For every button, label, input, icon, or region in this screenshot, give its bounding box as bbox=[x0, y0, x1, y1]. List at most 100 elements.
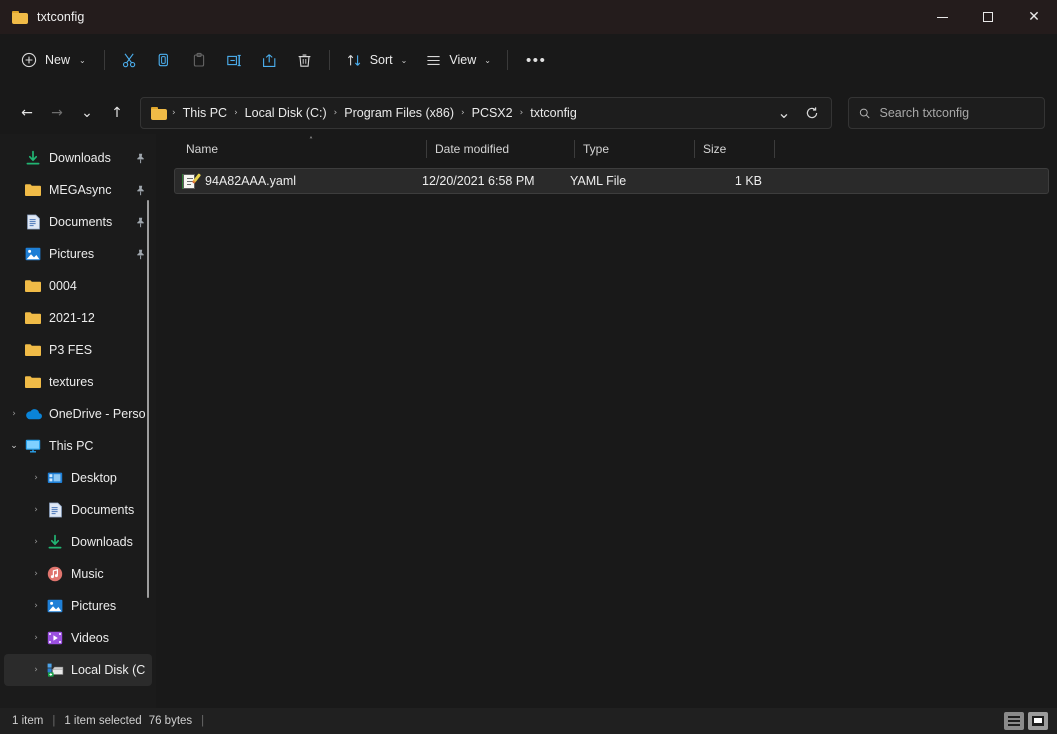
chevron-right-icon[interactable]: › bbox=[26, 601, 46, 611]
yaml-file-icon bbox=[182, 172, 202, 189]
large-icons-view-icon[interactable] bbox=[1028, 712, 1048, 730]
navigation-pane: Downloads MEGAsync Documents Pictures 0004 20… bbox=[0, 134, 156, 708]
table-row[interactable]: 94A82AAA.yaml 12/20/2021 6:58 PM YAML Fi… bbox=[174, 168, 1049, 194]
sort-arrows-icon bbox=[346, 52, 363, 69]
pin-icon[interactable] bbox=[133, 182, 149, 198]
breadcrumb-item-pcsx2[interactable]: PCSX2 bbox=[466, 103, 519, 123]
copy-button[interactable] bbox=[147, 44, 182, 76]
back-button[interactable]: ← bbox=[12, 98, 42, 128]
maximize-button[interactable] bbox=[965, 0, 1011, 34]
sidebar-item-this-pc[interactable]: ⌄ This PC bbox=[4, 430, 152, 462]
new-button[interactable]: New ⌄ bbox=[12, 44, 97, 76]
pictures-icon bbox=[46, 599, 64, 613]
download-icon bbox=[46, 534, 64, 550]
sidebar-item-documents[interactable]: › Documents bbox=[4, 494, 152, 526]
sidebar-item-desktop[interactable]: › Desktop bbox=[4, 462, 152, 494]
chevron-down-icon: ⌄ bbox=[79, 55, 86, 65]
status-selection-size: 76 bytes bbox=[148, 715, 193, 727]
paste-button[interactable] bbox=[182, 44, 217, 76]
status-item-count: 1 item bbox=[12, 715, 44, 727]
music-icon bbox=[46, 566, 64, 582]
forward-button[interactable]: → bbox=[42, 98, 72, 128]
sidebar-item-label: 2021-12 bbox=[49, 311, 95, 325]
window-controls: ✕ bbox=[919, 0, 1057, 34]
sidebar-item-pictures[interactable]: Pictures bbox=[4, 238, 152, 270]
column-header-type[interactable]: Type bbox=[575, 134, 695, 164]
minimize-button[interactable] bbox=[919, 0, 965, 34]
view-toggle-group bbox=[1004, 712, 1048, 730]
sidebar-item-2021-12[interactable]: 2021-12 bbox=[4, 302, 152, 334]
sidebar-item-videos[interactable]: › Videos bbox=[4, 622, 152, 654]
sidebar-item-label: Music bbox=[71, 567, 104, 581]
column-header-type-label: Type bbox=[583, 142, 610, 156]
breadcrumb-item-program-files[interactable]: Program Files (x86) bbox=[338, 103, 460, 123]
sidebar-item-label: Pictures bbox=[71, 599, 117, 613]
column-header-size[interactable]: Size bbox=[695, 134, 775, 164]
navigation-bar: ← → ⌄ ↑ › This PC › Local Disk (C:) › Pr… bbox=[0, 92, 1057, 134]
maximize-icon bbox=[983, 12, 993, 22]
breadcrumb-item-this-pc[interactable]: This PC bbox=[177, 103, 233, 123]
title-bar: txtconfig ✕ bbox=[0, 0, 1057, 34]
search-box[interactable] bbox=[848, 97, 1045, 129]
more-options-button[interactable]: ••• bbox=[515, 44, 558, 76]
sidebar-item-pictures[interactable]: › Pictures bbox=[4, 590, 152, 622]
details-view-icon[interactable] bbox=[1004, 712, 1024, 730]
share-button[interactable] bbox=[252, 44, 287, 76]
breadcrumb-separator: › bbox=[234, 108, 238, 118]
pin-icon[interactable] bbox=[133, 246, 149, 262]
toolbar-separator-2 bbox=[328, 50, 330, 70]
sidebar-item-local-disk-c[interactable]: › Local Disk (C:) bbox=[4, 654, 152, 686]
paste-icon bbox=[191, 52, 208, 69]
sidebar-item-textures[interactable]: textures bbox=[4, 366, 152, 398]
chevron-right-icon[interactable]: › bbox=[26, 569, 46, 579]
delete-button[interactable] bbox=[287, 44, 322, 76]
document-icon bbox=[46, 502, 64, 518]
toolbar-separator bbox=[103, 50, 105, 70]
rename-button[interactable] bbox=[217, 44, 252, 76]
sort-button[interactable]: Sort ⌄ bbox=[337, 44, 417, 76]
column-header-date-modified[interactable]: Date modified bbox=[427, 134, 575, 164]
sidebar-scrollbar[interactable] bbox=[147, 200, 149, 598]
sidebar-item-label: Downloads bbox=[71, 535, 133, 549]
chevron-right-icon[interactable]: › bbox=[4, 409, 24, 419]
sidebar-item-p3-fes[interactable]: P3 FES bbox=[4, 334, 152, 366]
sidebar-item-downloads[interactable]: Downloads bbox=[4, 142, 152, 174]
address-bar[interactable]: › This PC › Local Disk (C:) › Program Fi… bbox=[140, 97, 832, 129]
previous-locations-button[interactable]: ⌄ bbox=[771, 100, 797, 126]
sidebar-item-onedrive-perso[interactable]: › OneDrive - Perso bbox=[4, 398, 152, 430]
folder-icon bbox=[24, 343, 42, 357]
sidebar-item-label: Documents bbox=[49, 215, 113, 229]
new-button-label: New bbox=[45, 53, 71, 67]
cut-button[interactable] bbox=[112, 44, 147, 76]
sidebar-item-label: 0004 bbox=[49, 279, 77, 293]
list-lines-icon bbox=[425, 52, 442, 69]
up-button[interactable]: ↑ bbox=[102, 98, 132, 128]
file-name-cell: 94A82AAA.yaml bbox=[175, 172, 422, 189]
chevron-down-icon[interactable]: ⌄ bbox=[4, 441, 24, 451]
sidebar-item-documents[interactable]: Documents bbox=[4, 206, 152, 238]
onedrive-icon bbox=[24, 408, 42, 420]
close-button[interactable]: ✕ bbox=[1011, 0, 1057, 34]
folder-icon bbox=[24, 311, 42, 325]
breadcrumb-item-txtconfig[interactable]: txtconfig bbox=[524, 103, 583, 123]
sidebar-item-0004[interactable]: 0004 bbox=[4, 270, 152, 302]
sidebar-item-downloads[interactable]: › Downloads bbox=[4, 526, 152, 558]
chevron-right-icon[interactable]: › bbox=[26, 473, 46, 483]
pin-icon[interactable] bbox=[133, 150, 149, 166]
recent-locations-button[interactable]: ⌄ bbox=[72, 98, 102, 128]
view-button[interactable]: View ⌄ bbox=[416, 44, 500, 76]
sidebar-item-label: Videos bbox=[71, 631, 109, 645]
sidebar-item-music[interactable]: › Music bbox=[4, 558, 152, 590]
chevron-right-icon[interactable]: › bbox=[26, 633, 46, 643]
column-header-name[interactable]: Name ˄ bbox=[174, 134, 427, 164]
chevron-right-icon[interactable]: › bbox=[26, 505, 46, 515]
pin-icon[interactable] bbox=[133, 214, 149, 230]
copy-icon bbox=[156, 52, 173, 69]
refresh-button[interactable] bbox=[799, 100, 825, 126]
minimize-icon bbox=[936, 16, 948, 18]
chevron-right-icon[interactable]: › bbox=[26, 537, 46, 547]
chevron-right-icon[interactable]: › bbox=[26, 665, 46, 675]
breadcrumb-item-local-disk[interactable]: Local Disk (C:) bbox=[239, 103, 333, 123]
sidebar-item-megasync[interactable]: MEGAsync bbox=[4, 174, 152, 206]
search-input[interactable] bbox=[879, 106, 1034, 120]
